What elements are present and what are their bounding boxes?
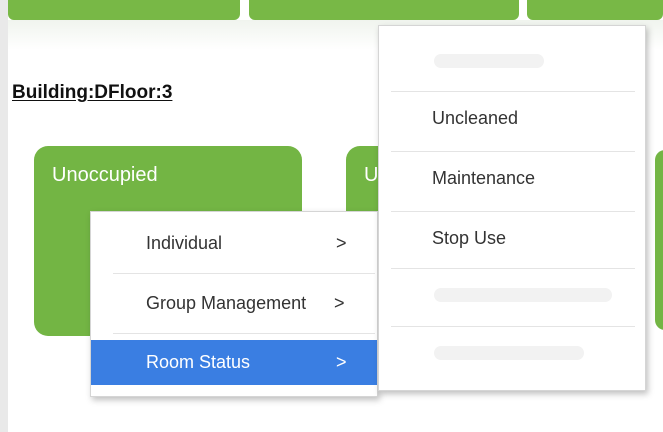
menu-divider	[391, 211, 635, 212]
menu-item-label: Group Management	[146, 293, 307, 313]
room-status-label: Unoccupied	[52, 164, 158, 186]
menu-divider	[391, 268, 635, 269]
room-card-edge[interactable]	[655, 150, 663, 330]
top-tab-3[interactable]	[527, 0, 663, 20]
top-tab-1[interactable]	[8, 0, 240, 20]
room-status-label: U	[364, 164, 379, 186]
faded-menu-item	[434, 54, 544, 68]
menu-item-label: Individual	[146, 233, 223, 253]
menu-divider	[113, 333, 375, 334]
menu-divider	[391, 151, 635, 152]
context-menu: Individual > Group Management > Room Sta…	[90, 211, 378, 397]
faded-menu-item	[434, 288, 612, 302]
status-option-uncleaned[interactable]: Uncleaned	[432, 108, 518, 129]
status-option-stop-use[interactable]: Stop Use	[432, 228, 506, 249]
submenu-arrow-icon: >	[334, 293, 345, 313]
status-option-maintenance[interactable]: Maintenance	[432, 168, 535, 189]
menu-item-room-status[interactable]: Room Status >	[91, 340, 377, 385]
room-status-page: Building:DFloor:3 Unoccupied U Individua…	[0, 0, 663, 432]
menu-item-label: Room Status	[146, 352, 251, 372]
left-edge-divider	[0, 0, 8, 432]
faded-menu-item	[434, 346, 584, 360]
submenu-arrow-icon: >	[336, 352, 347, 372]
room-status-submenu: Uncleaned Maintenance Stop Use	[378, 25, 646, 391]
menu-divider	[113, 273, 375, 274]
menu-item-individual[interactable]: Individual >	[91, 228, 377, 258]
menu-item-group-management[interactable]: Group Management >	[91, 288, 377, 318]
menu-divider	[391, 326, 635, 327]
building-floor-title: Building:DFloor:3	[12, 82, 173, 103]
top-tab-2[interactable]	[249, 0, 519, 20]
submenu-arrow-icon: >	[336, 233, 347, 253]
menu-divider	[391, 91, 635, 92]
